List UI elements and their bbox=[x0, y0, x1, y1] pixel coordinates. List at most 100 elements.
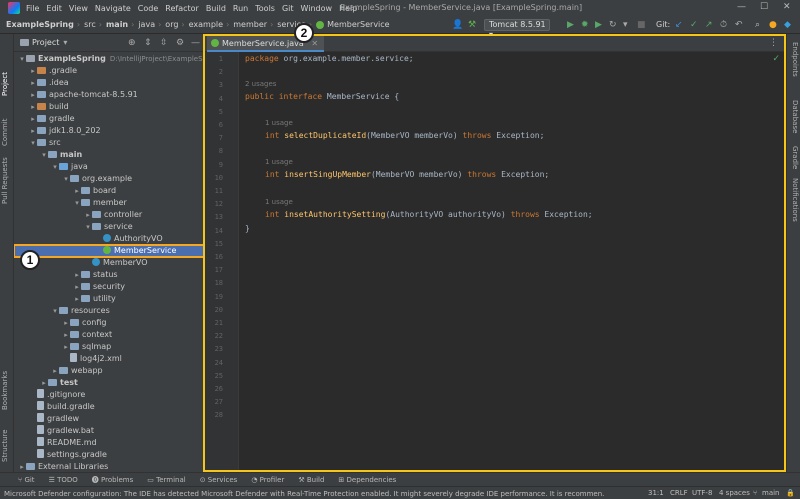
tab-bookmarks[interactable]: Bookmarks bbox=[1, 371, 9, 410]
tab-pull-requests[interactable]: Pull Requests bbox=[1, 157, 9, 204]
git-rollback-icon[interactable]: ↶ bbox=[735, 19, 743, 31]
chevron-down-icon[interactable]: ▾ bbox=[84, 221, 92, 233]
maximize-icon[interactable]: ☐ bbox=[760, 2, 768, 12]
tree-item[interactable]: ▸ External Libraries bbox=[14, 461, 204, 472]
tool-services[interactable]: ⊙ Services bbox=[200, 476, 238, 484]
project-panel-title[interactable]: Project bbox=[32, 38, 59, 47]
breadcrumb-src[interactable]: src bbox=[84, 20, 96, 29]
indent-setting[interactable]: 4 spaces bbox=[719, 489, 750, 497]
chevron-down-icon[interactable]: ▾ bbox=[63, 38, 67, 47]
tool-profiler[interactable]: ◔ Profiler bbox=[251, 476, 284, 484]
breadcrumb-main[interactable]: main bbox=[106, 20, 128, 29]
gear-icon[interactable]: ⚙ bbox=[176, 38, 184, 48]
tree-item[interactable]: gradlew.bat bbox=[14, 425, 204, 437]
line-separator[interactable]: CRLF bbox=[670, 489, 688, 497]
chevron-down-icon[interactable]: ▾ bbox=[62, 173, 70, 185]
menu-build[interactable]: Build bbox=[206, 4, 226, 13]
git-history-icon[interactable]: ⏱ bbox=[720, 19, 727, 31]
breadcrumb-org[interactable]: org bbox=[165, 20, 178, 29]
chevron-right-icon[interactable]: ▸ bbox=[29, 89, 37, 101]
git-commit-icon[interactable]: ✓ bbox=[690, 19, 698, 31]
tree-item[interactable]: ▾ ExampleSpring D:\IntelliJProject\Example… bbox=[14, 53, 204, 65]
tree-item[interactable]: ▸ .gradle bbox=[14, 65, 204, 77]
chevron-down-icon[interactable]: ▾ bbox=[40, 149, 48, 161]
chevron-right-icon[interactable]: ▸ bbox=[73, 293, 81, 305]
tab-gradle[interactable]: Gradle bbox=[791, 146, 799, 169]
chevron-down-icon[interactable]: ▾ bbox=[29, 137, 37, 149]
tree-item[interactable]: settings.gradle bbox=[14, 449, 204, 461]
chevron-right-icon[interactable]: ▸ bbox=[40, 377, 48, 389]
usages-hint[interactable]: 1 usage bbox=[265, 197, 293, 208]
tab-project[interactable]: Project bbox=[1, 72, 9, 96]
tree-item[interactable]: ▾ org.example bbox=[14, 173, 204, 185]
git-push-icon[interactable]: ↗ bbox=[705, 19, 713, 31]
usages-hint[interactable]: 2 usages bbox=[245, 79, 276, 90]
chevron-right-icon[interactable]: ▸ bbox=[62, 317, 70, 329]
jetbrains-icon[interactable]: ◆ bbox=[784, 19, 791, 31]
menu-file[interactable]: File bbox=[26, 4, 39, 13]
search-icon[interactable]: ⌕ bbox=[755, 19, 760, 31]
tree-item[interactable]: ▸ webapp bbox=[14, 365, 204, 377]
hide-panel-icon[interactable]: — bbox=[191, 38, 200, 48]
status-message[interactable]: Microsoft Defender configuration: The ID… bbox=[4, 489, 604, 499]
tree-item[interactable]: ▾ src bbox=[14, 137, 204, 149]
build-hammer-icon[interactable]: ⚒ bbox=[468, 19, 476, 31]
more-run-icon[interactable]: ▾ bbox=[623, 19, 628, 31]
tree-item[interactable]: MemberService bbox=[14, 244, 204, 258]
usages-hint[interactable]: 1 usage bbox=[265, 157, 293, 168]
tool-terminal[interactable]: ▭ Terminal bbox=[147, 476, 185, 484]
menu-edit[interactable]: Edit bbox=[46, 4, 62, 13]
menu-window[interactable]: Window bbox=[301, 4, 333, 13]
tree-item[interactable]: ▾ service bbox=[14, 221, 204, 233]
stop-icon[interactable]: ■ bbox=[637, 19, 646, 31]
tree-item[interactable]: ▸ utility bbox=[14, 293, 204, 305]
tree-item[interactable]: ▸ jdk1.8.0_202 bbox=[14, 125, 204, 137]
tree-item[interactable]: ▸ apache-tomcat-8.5.91 bbox=[14, 89, 204, 101]
close-window-icon[interactable]: ✕ bbox=[783, 2, 791, 12]
more-options-icon[interactable]: ⋮ bbox=[769, 38, 778, 48]
tree-item[interactable]: .gitignore bbox=[14, 389, 204, 401]
menu-navigate[interactable]: Navigate bbox=[95, 4, 131, 13]
tree-item[interactable]: ▸ controller bbox=[14, 209, 204, 221]
tree-item[interactable]: ▸ context bbox=[14, 329, 204, 341]
usages-hint[interactable]: 1 usage bbox=[265, 118, 293, 129]
debug-icon[interactable]: ✹ bbox=[581, 19, 589, 31]
coverage-icon[interactable]: ▶ bbox=[595, 19, 602, 31]
breadcrumb-member[interactable]: member bbox=[233, 20, 267, 29]
tab-database[interactable]: Database bbox=[791, 100, 799, 133]
chevron-right-icon[interactable]: ▸ bbox=[62, 329, 70, 341]
tree-item[interactable]: ▸ board bbox=[14, 185, 204, 197]
chevron-right-icon[interactable]: ▸ bbox=[73, 185, 81, 197]
tab-commit[interactable]: Commit bbox=[1, 119, 9, 147]
tab-endpoints[interactable]: Endpoints bbox=[791, 42, 799, 77]
minimize-icon[interactable]: — bbox=[737, 2, 746, 12]
tree-item[interactable]: README.md bbox=[14, 437, 204, 449]
chevron-right-icon[interactable]: ▸ bbox=[29, 125, 37, 137]
caret-position[interactable]: 31:1 bbox=[648, 489, 664, 497]
chevron-right-icon[interactable]: ▸ bbox=[84, 209, 92, 221]
git-update-icon[interactable]: ↙ bbox=[675, 19, 683, 31]
tree-item[interactable]: ▾ java bbox=[14, 161, 204, 173]
tree-item[interactable]: ▾ resources bbox=[14, 305, 204, 317]
menu-run[interactable]: Run bbox=[233, 4, 248, 13]
chevron-right-icon[interactable]: ▸ bbox=[62, 341, 70, 353]
update-icon[interactable]: ● bbox=[769, 19, 777, 31]
tree-item[interactable]: ▸ build bbox=[14, 101, 204, 113]
tool-git[interactable]: ⑂ Git bbox=[18, 476, 35, 484]
tree-item[interactable]: log4j2.xml bbox=[14, 353, 204, 365]
tree-item[interactable]: ▸ test bbox=[14, 377, 204, 389]
tool-build[interactable]: ⚒ Build bbox=[298, 476, 324, 484]
git-branch[interactable]: main bbox=[762, 489, 780, 497]
chevron-down-icon[interactable]: ▾ bbox=[73, 197, 81, 209]
close-tab-icon[interactable]: ✕ bbox=[311, 39, 318, 48]
tree-item[interactable]: ▸ gradle bbox=[14, 113, 204, 125]
chevron-right-icon[interactable]: ▸ bbox=[73, 281, 81, 293]
tool-dependencies[interactable]: ⊞ Dependencies bbox=[338, 476, 396, 484]
collapse-all-icon[interactable]: ⇳ bbox=[160, 38, 168, 48]
chevron-right-icon[interactable]: ▸ bbox=[29, 77, 37, 89]
tree-item[interactable]: AuthorityVO bbox=[14, 233, 204, 245]
chevron-right-icon[interactable]: ▸ bbox=[51, 365, 59, 377]
menu-git[interactable]: Git bbox=[282, 4, 294, 13]
menu-refactor[interactable]: Refactor bbox=[165, 4, 199, 13]
tree-item[interactable]: build.gradle bbox=[14, 401, 204, 413]
